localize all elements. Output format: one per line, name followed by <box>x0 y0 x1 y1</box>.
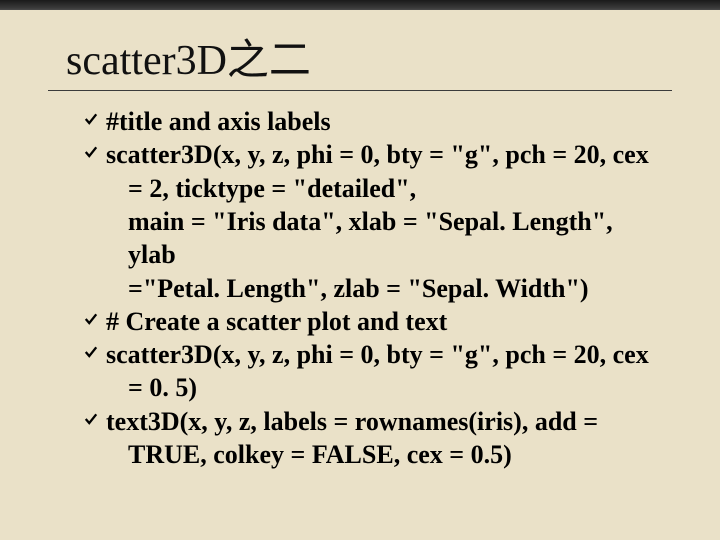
body-text: scatter3D(x, y, z, phi = 0, bty = "g", p… <box>106 138 664 171</box>
body-text: text3D(x, y, z, labels = rownames(iris),… <box>106 405 664 438</box>
body-line: scatter3D(x, y, z, phi = 0, bty = "g", p… <box>84 338 664 371</box>
body-line: #title and axis labels <box>84 105 664 138</box>
check-icon <box>84 338 106 360</box>
body-line: TRUE, colkey = FALSE, cex = 0.5) <box>84 438 664 471</box>
check-icon <box>84 138 106 160</box>
body-text: # Create a scatter plot and text <box>106 305 664 338</box>
slide: scatter3D之二 #title and axis labels scatt… <box>0 10 720 491</box>
body-text: = 2, ticktype = "detailed", <box>106 172 664 205</box>
window-top-bar <box>0 0 720 10</box>
body-text: #title and axis labels <box>106 105 664 138</box>
body-text: scatter3D(x, y, z, phi = 0, bty = "g", p… <box>106 338 664 371</box>
body-line: main = "Iris data", xlab = "Sepal. Lengt… <box>84 205 664 272</box>
body-line: # Create a scatter plot and text <box>84 305 664 338</box>
body-text: = 0. 5) <box>106 371 664 404</box>
body-text: TRUE, colkey = FALSE, cex = 0.5) <box>106 438 664 471</box>
body-line: = 0. 5) <box>84 371 664 404</box>
body-line: scatter3D(x, y, z, phi = 0, bty = "g", p… <box>84 138 664 171</box>
body-text: ="Petal. Length", zlab = "Sepal. Width") <box>106 272 664 305</box>
slide-title: scatter3D之二 <box>48 38 672 84</box>
check-icon <box>84 105 106 127</box>
slide-body: #title and axis labels scatter3D(x, y, z… <box>48 105 672 471</box>
check-icon <box>84 305 106 327</box>
body-line: = 2, ticktype = "detailed", <box>84 172 664 205</box>
body-text: main = "Iris data", xlab = "Sepal. Lengt… <box>106 205 664 272</box>
body-line: ="Petal. Length", zlab = "Sepal. Width") <box>84 272 664 305</box>
check-icon <box>84 405 106 427</box>
title-underline <box>48 90 672 91</box>
body-line: text3D(x, y, z, labels = rownames(iris),… <box>84 405 664 438</box>
